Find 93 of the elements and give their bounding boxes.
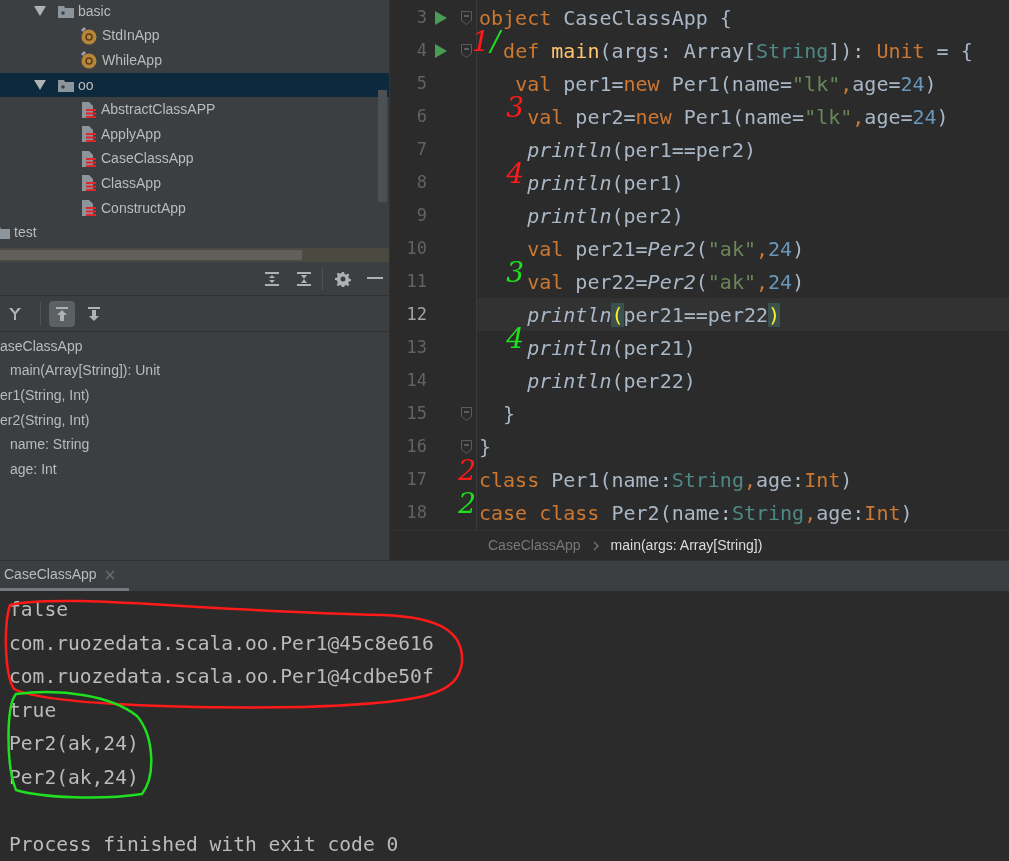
line-number: 12 — [405, 302, 427, 326]
line-number: 9 — [415, 203, 427, 227]
tree-item[interactable]: CaseClassApp — [101, 148, 194, 170]
code-line: println(per21==per22) — [527, 301, 781, 329]
minimize-icon[interactable] — [367, 277, 383, 280]
code-line: val per2=new Per1(name="lk",age=24) — [527, 103, 949, 131]
scala-file-icon — [80, 199, 97, 218]
code-line: val per1=new Per1(name="lk",age=24) — [515, 70, 937, 96]
code-line: println(per1) — [527, 169, 684, 197]
line-number: 14 — [405, 368, 427, 392]
fold-marker-icon[interactable] — [460, 406, 472, 421]
code-line: println(per22) — [527, 367, 696, 395]
expanded-arrow-icon[interactable] — [34, 5, 46, 18]
filter-icon[interactable] — [8, 305, 22, 322]
code-line: val per21=Per2("ak",24) — [527, 235, 805, 263]
fold-marker-icon[interactable] — [460, 439, 472, 454]
handwritten-digit: 4 — [506, 160, 525, 188]
code-line: object CaseClassApp { — [479, 4, 732, 30]
scrollbar[interactable] — [0, 250, 302, 260]
tree-item[interactable]: AbstractClassAPP — [101, 99, 216, 121]
console-line: com.ruozedata.scala.oo.Per1@4cdbe50f — [9, 664, 434, 691]
run-icon[interactable] — [434, 9, 448, 26]
scala-file-icon — [80, 149, 97, 168]
tree-item[interactable]: er1(String, Int) — [0, 385, 90, 406]
line-number: 17 — [405, 467, 427, 491]
scala-file-icon — [80, 100, 97, 119]
code-line: case class Per2(name:String,age:Int) — [479, 499, 913, 527]
tree-item[interactable]: ConstructApp — [101, 197, 186, 219]
object-icon — [80, 26, 98, 45]
handwritten-digit: 2 — [458, 457, 476, 485]
line-number: 16 — [405, 434, 427, 458]
handwritten-digit: 3 — [506, 259, 525, 287]
console-line: false — [9, 597, 68, 624]
code-line: println(per21) — [527, 334, 696, 362]
scroll-to-source-icon[interactable] — [87, 305, 101, 322]
expand-all-icon[interactable] — [264, 270, 280, 287]
line-number: 3 — [415, 5, 427, 29]
handwritten-digit: 2 — [458, 490, 476, 518]
tree-item[interactable]: test — [14, 222, 37, 244]
line-number: 11 — [405, 269, 427, 293]
code-line: def main(args: Array[String]): Unit = { — [503, 37, 973, 65]
code-line: println(per1==per2) — [527, 136, 756, 164]
settings-icon[interactable] — [335, 270, 351, 287]
fold-marker-icon[interactable] — [460, 43, 472, 58]
breadcrumb-item[interactable]: main(args: Array[String]) — [610, 535, 763, 556]
breadcrumb-item[interactable]: CaseClassApp — [488, 535, 581, 556]
console-line: com.ruozedata.scala.oo.Per1@45c8e616 — [9, 630, 434, 657]
code-line: val per22=Per2("ak",24) — [527, 268, 805, 296]
scroll-from-source-icon[interactable] — [55, 305, 69, 322]
line-number: 7 — [415, 137, 427, 161]
scroll-from-source-button[interactable] — [49, 300, 75, 327]
tree-item[interactable]: basic — [78, 0, 111, 22]
line-number: 18 — [405, 500, 427, 524]
tree-item[interactable]: WhileApp — [102, 50, 162, 71]
line-number: 6 — [415, 104, 427, 128]
folder-icon — [58, 4, 74, 18]
line-number: 8 — [415, 170, 427, 194]
scala-file-icon — [80, 125, 97, 144]
tree-item[interactable]: age: Int — [10, 458, 57, 480]
line-number: 4 — [415, 38, 427, 62]
line-number: 15 — [405, 401, 427, 425]
scala-file-icon — [80, 174, 97, 193]
tree-item[interactable]: main(Array[String]): Unit — [10, 360, 161, 382]
code-line: } — [479, 433, 492, 461]
code-line: } — [503, 400, 516, 428]
tree-item[interactable]: aseClassApp — [0, 335, 83, 357]
collapse-all-icon[interactable] — [296, 270, 312, 287]
console-line: Per2(ak,24) — [9, 731, 139, 758]
folder-icon — [58, 78, 74, 92]
folder-icon — [0, 226, 10, 240]
fold-marker-icon[interactable] — [460, 10, 472, 25]
chevron-icon — [592, 540, 599, 551]
tree-item[interactable]: ClassApp — [101, 172, 161, 194]
run-icon[interactable] — [434, 42, 448, 59]
console-line: true — [9, 697, 57, 724]
tree-item[interactable]: oo — [78, 74, 94, 96]
line-number: 5 — [415, 71, 427, 95]
tree-item[interactable]: ApplyApp — [101, 123, 161, 145]
object-icon — [80, 51, 98, 70]
line-number: 10 — [405, 236, 427, 260]
code-line: class Per1(name:String,age:Int) — [479, 466, 853, 494]
handwritten-digit: 3 — [506, 94, 525, 122]
scrollbar[interactable] — [378, 90, 387, 202]
tree-item[interactable]: StdInApp — [102, 25, 160, 47]
tree-item[interactable]: er2(String, Int) — [0, 409, 90, 431]
handwritten-digit: / — [490, 28, 501, 56]
tree-item[interactable]: name: String — [10, 434, 90, 456]
exit-message: Process finished with exit code 0 — [9, 831, 399, 858]
selected-tree-row[interactable]: oo — [0, 72, 389, 98]
expanded-arrow-icon[interactable] — [34, 79, 46, 92]
code-line: println(per2) — [527, 202, 684, 230]
line-number: 13 — [405, 335, 427, 359]
handwritten-digit: 4 — [506, 325, 525, 353]
